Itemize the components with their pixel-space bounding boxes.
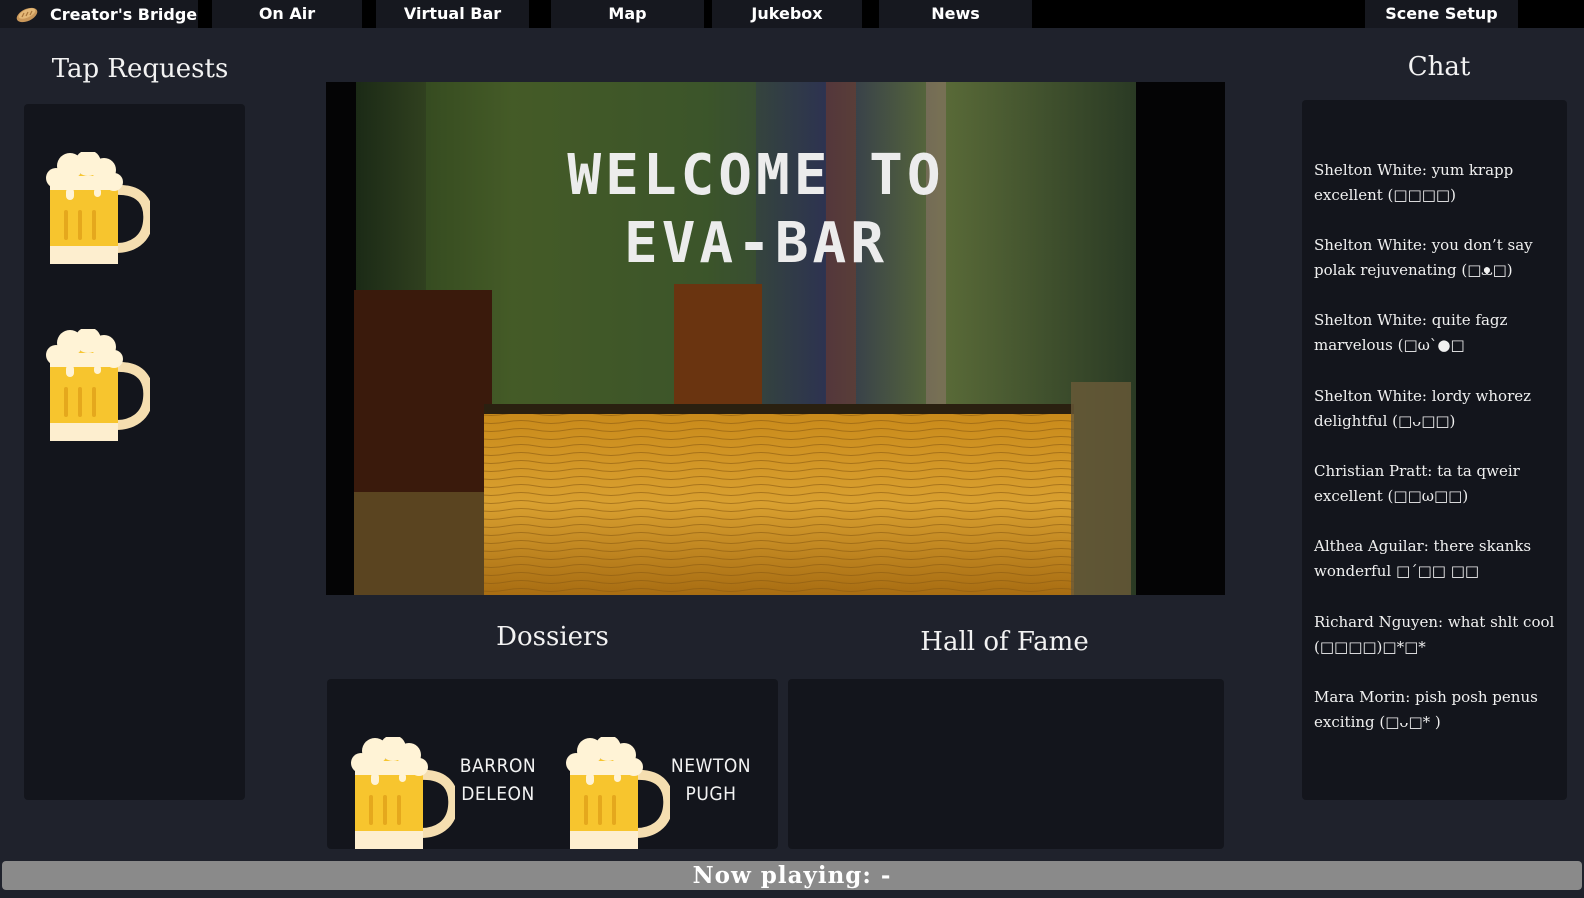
hall-of-fame-panel [788, 679, 1224, 849]
tab-map[interactable]: Map [551, 0, 704, 28]
chat-message: Richard Nguyen: what shlt cool (□□□□)□*□… [1314, 613, 1555, 656]
dossier-first-name: BARRON [459, 755, 537, 777]
now-playing-bar[interactable]: Now playing: - [2, 861, 1582, 890]
top-nav: Creator's Bridge On Air Virtual Bar Map … [0, 0, 1584, 28]
dossier-name[interactable]: NEWTON PUGH [670, 752, 752, 808]
dossiers-title: Dossiers [496, 622, 609, 652]
tab-jukebox[interactable]: Jukebox [712, 0, 862, 28]
tab-news[interactable]: News [879, 0, 1032, 28]
chat-message: Shelton White: you don’t say polak rejuv… [1314, 236, 1533, 279]
welcome-line-2: EVA-BAR [624, 211, 888, 276]
bread-icon [16, 7, 38, 23]
chat-title: Chat [1407, 52, 1471, 82]
chat-message: Christian Pratt: ta ta qweir excellent (… [1314, 462, 1520, 505]
dossier-first-name: NEWTON [670, 755, 752, 777]
video-stage[interactable]: WELCOME TO EVA-BAR [326, 82, 1225, 595]
welcome-line-1: WELCOME TO [567, 143, 944, 208]
beer-mug-icon[interactable] [566, 737, 670, 849]
dossier-last-name: DELEON [461, 783, 535, 805]
dossiers-panel: BARRON DELEON NEWTON PUGH [327, 679, 778, 849]
brand-label: Creator's Bridge [50, 4, 198, 24]
now-playing-label: Now playing: - [692, 862, 892, 889]
tap-requests-title: Tap Requests [51, 54, 229, 84]
hall-of-fame-title: Hall of Fame [920, 627, 1089, 657]
chat-message: Althea Aguilar: there skanks wonderful □… [1314, 537, 1532, 580]
scene-setup-button[interactable]: Scene Setup [1365, 0, 1518, 28]
beer-mug-icon[interactable] [46, 152, 150, 264]
chat-message: Shelton White: quite fagz marvelous (□ω`… [1314, 311, 1508, 354]
tab-on-air[interactable]: On Air [212, 0, 362, 28]
chat-message: Shelton White: yum krapp excellent (□□□□… [1314, 161, 1514, 204]
chat-message: Mara Morin: pish posh penus exciting (□ᴗ… [1314, 688, 1538, 731]
brand-tab[interactable]: Creator's Bridge [0, 0, 198, 28]
chat-message: Shelton White: lordy whorez delightful (… [1314, 387, 1532, 430]
tap-requests-panel [24, 104, 245, 800]
beer-mug-icon[interactable] [46, 329, 150, 441]
beer-mug-icon[interactable] [351, 737, 455, 849]
dossier-last-name: PUGH [685, 783, 737, 805]
dossier-name[interactable]: BARRON DELEON [457, 752, 539, 808]
bar-scene-image: WELCOME TO EVA-BAR [326, 82, 1225, 595]
tab-virtual-bar[interactable]: Virtual Bar [376, 0, 529, 28]
